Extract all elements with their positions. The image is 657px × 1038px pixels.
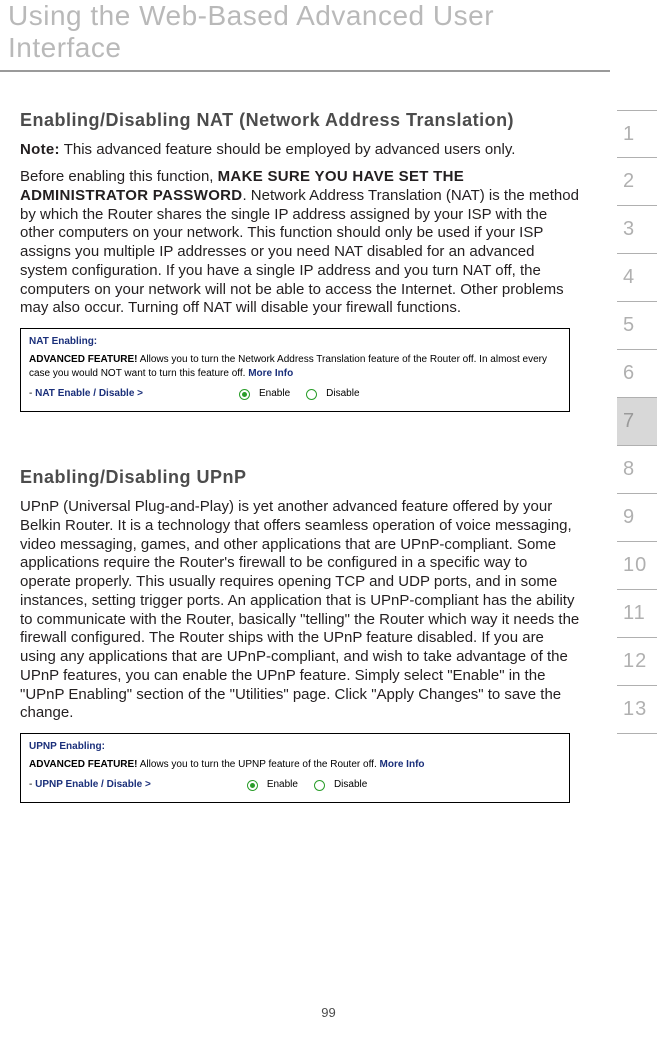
tab-4[interactable]: 4 bbox=[617, 254, 657, 302]
upnp-panel-title: UPNP Enabling: bbox=[29, 740, 561, 754]
tab-13[interactable]: 13 bbox=[617, 686, 657, 734]
nat-enable-text: Enable bbox=[259, 387, 290, 401]
upnp-disable-radio[interactable] bbox=[314, 780, 325, 791]
tab-3[interactable]: 3 bbox=[617, 206, 657, 254]
nat-note: Note: This advanced feature should be em… bbox=[20, 141, 580, 158]
nat-disable-text: Disable bbox=[326, 387, 359, 401]
advanced-feature-label: ADVANCED FEATURE! bbox=[29, 354, 138, 365]
upnp-enable-label: - UPNP Enable / Disable > bbox=[29, 778, 151, 792]
tab-10[interactable]: 10 bbox=[617, 542, 657, 590]
nat-paragraph: Before enabling this function, MAKE SURE… bbox=[20, 168, 580, 318]
tab-2[interactable]: 2 bbox=[617, 158, 657, 206]
tab-8[interactable]: 8 bbox=[617, 446, 657, 494]
nat-panel-title: NAT Enabling: bbox=[29, 335, 561, 349]
nat-enable-row: - NAT Enable / Disable > Enable Disable bbox=[29, 387, 561, 401]
note-text: This advanced feature should be employed… bbox=[60, 141, 516, 158]
upnp-enabling-panel: UPNP Enabling: ADVANCED FEATURE! Allows … bbox=[20, 733, 570, 803]
tab-5[interactable]: 5 bbox=[617, 302, 657, 350]
page-title: Using the Web-Based Advanced User Interf… bbox=[0, 0, 610, 72]
tab-9[interactable]: 9 bbox=[617, 494, 657, 542]
tab-11[interactable]: 11 bbox=[617, 590, 657, 638]
nat-panel-desc: ADVANCED FEATURE! Allows you to turn the… bbox=[29, 353, 561, 381]
nat-heading: Enabling/Disabling NAT (Network Address … bbox=[20, 110, 580, 131]
nat-para-rest: . Network Address Translation (NAT) is t… bbox=[20, 187, 579, 317]
upnp-enable-radio[interactable] bbox=[247, 780, 258, 791]
upnp-heading: Enabling/Disabling UPnP bbox=[20, 467, 580, 488]
section-tabs: 1 2 3 4 5 6 7 8 9 10 11 12 13 bbox=[617, 110, 657, 734]
more-info-link[interactable]: More Info bbox=[248, 368, 293, 379]
page-number: 99 bbox=[0, 1005, 657, 1020]
tab-7[interactable]: 7 bbox=[617, 398, 657, 446]
upnp-enable-row: - UPNP Enable / Disable > Enable Disable bbox=[29, 778, 561, 792]
more-info-link[interactable]: More Info bbox=[380, 759, 425, 770]
main-content: Enabling/Disabling NAT (Network Address … bbox=[20, 110, 580, 833]
nat-enable-radio[interactable] bbox=[239, 389, 250, 400]
row-label-text: NAT Enable / Disable > bbox=[35, 388, 143, 399]
upnp-panel-desc: ADVANCED FEATURE! Allows you to turn the… bbox=[29, 758, 561, 772]
row-label-text: UPNP Enable / Disable > bbox=[35, 779, 151, 790]
upnp-disable-text: Disable bbox=[334, 778, 367, 792]
tab-6[interactable]: 6 bbox=[617, 350, 657, 398]
nat-para-lead: Before enabling this function, bbox=[20, 168, 218, 185]
note-label: Note: bbox=[20, 141, 60, 158]
upnp-enable-text: Enable bbox=[267, 778, 298, 792]
tab-12[interactable]: 12 bbox=[617, 638, 657, 686]
tab-1[interactable]: 1 bbox=[617, 110, 657, 158]
upnp-paragraph: UPnP (Universal Plug-and-Play) is yet an… bbox=[20, 498, 580, 723]
upnp-panel-desc-text: Allows you to turn the UPNP feature of t… bbox=[138, 759, 380, 770]
nat-enabling-panel: NAT Enabling: ADVANCED FEATURE! Allows y… bbox=[20, 328, 570, 412]
nat-disable-radio[interactable] bbox=[306, 389, 317, 400]
nat-enable-label: - NAT Enable / Disable > bbox=[29, 387, 143, 401]
advanced-feature-label: ADVANCED FEATURE! bbox=[29, 759, 138, 770]
